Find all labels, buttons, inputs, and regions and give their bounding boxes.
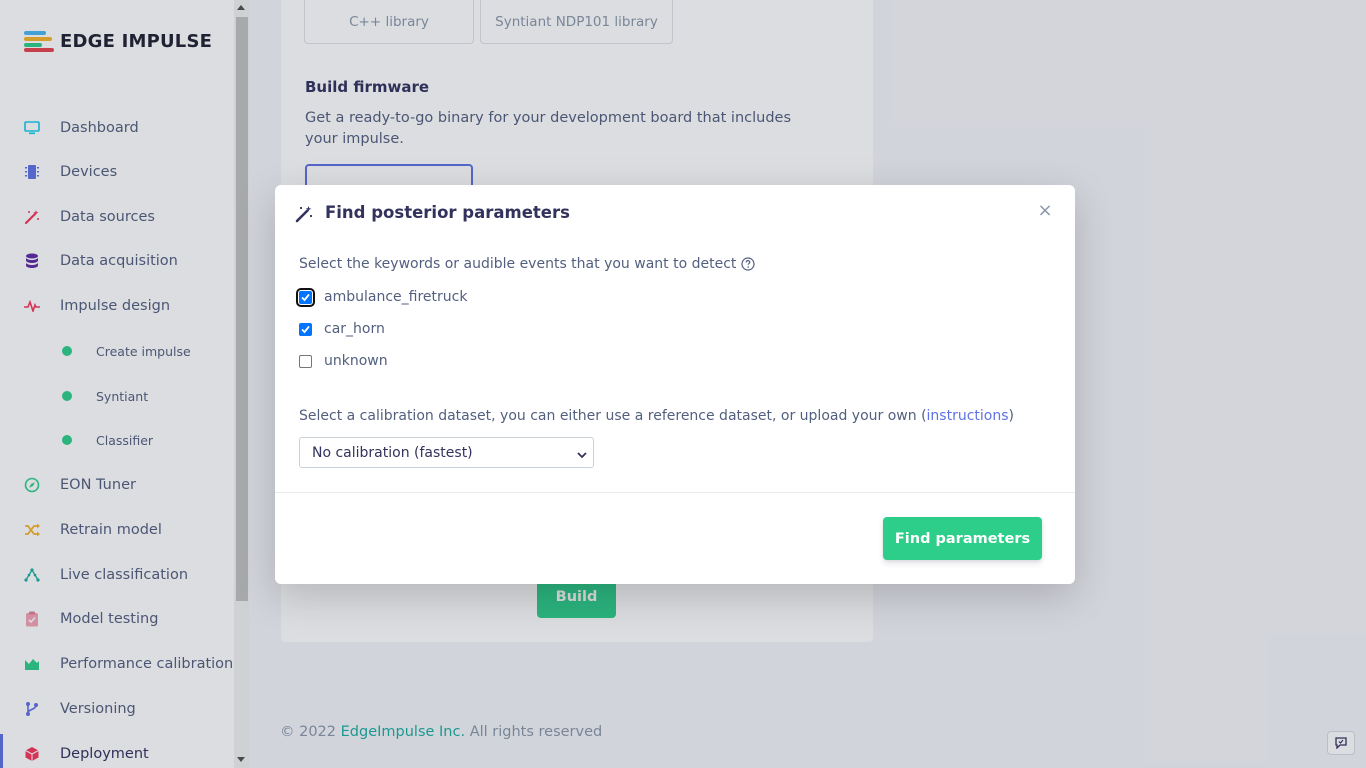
keyword-checkbox[interactable] <box>299 322 312 336</box>
modal-header: Find posterior parameters × <box>275 185 1075 243</box>
calibration-dataset-select[interactable]: No calibration (fastest) <box>299 437 594 468</box>
chevron-down-icon <box>577 448 587 459</box>
calibration-selected-value: No calibration (fastest) <box>312 444 473 461</box>
calibration-prompt-text: Select a calibration dataset, you can ei… <box>299 408 927 424</box>
keyword-checkbox[interactable] <box>296 287 315 307</box>
keyword-prompt: Select the keywords or audible events th… <box>299 256 755 272</box>
magic-wand-icon <box>295 205 313 223</box>
calibration-prompt: Select a calibration dataset, you can ei… <box>299 408 1014 424</box>
calibration-prompt-close: ) <box>1008 408 1014 424</box>
question-circle-icon[interactable] <box>741 257 755 271</box>
keyword-checkbox[interactable] <box>299 354 312 368</box>
keyword-option-unknown: unknown <box>299 351 388 371</box>
keyword-label: ambulance_firetruck <box>324 289 468 305</box>
keyword-option-car-horn: car_horn <box>299 319 385 339</box>
modal-divider <box>275 492 1075 493</box>
close-icon[interactable]: × <box>1037 201 1053 221</box>
find-posterior-parameters-dialog: Find posterior parameters × Select the k… <box>275 185 1075 584</box>
keyword-prompt-text: Select the keywords or audible events th… <box>299 256 737 272</box>
modal-title: Find posterior parameters <box>325 203 570 222</box>
keyword-label: unknown <box>324 353 388 369</box>
keyword-option-ambulance-firetruck: ambulance_firetruck <box>296 287 467 307</box>
instructions-link[interactable]: instructions <box>927 408 1009 424</box>
keyword-label: car_horn <box>324 321 385 337</box>
find-parameters-button[interactable]: Find parameters <box>883 517 1042 560</box>
